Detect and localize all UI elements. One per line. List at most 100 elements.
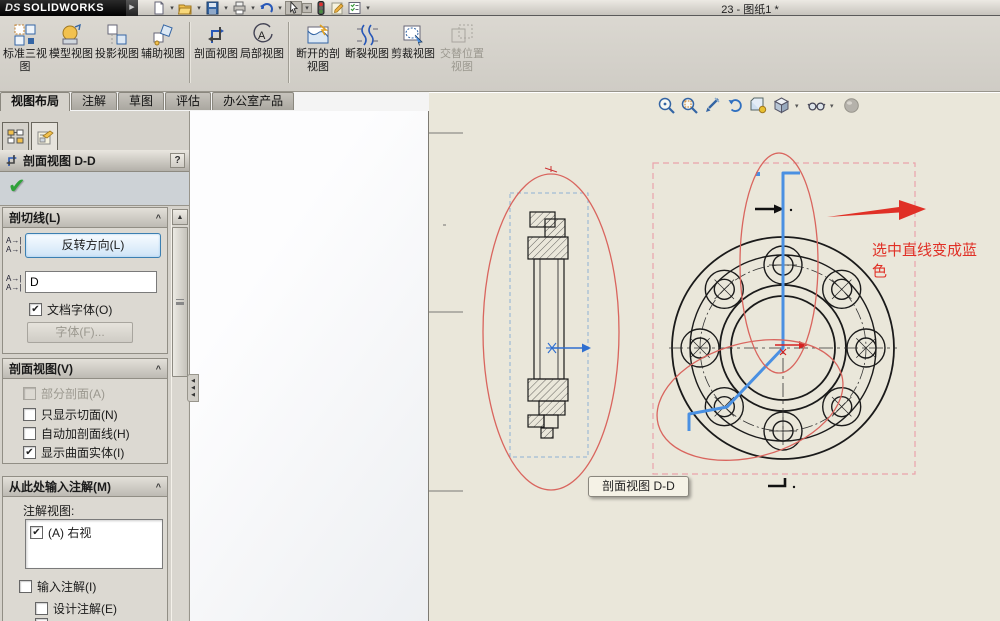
3d-drawing-view-icon[interactable] <box>749 96 768 115</box>
zoom-to-area-icon[interactable] <box>680 96 699 115</box>
flip-direction-button[interactable]: 反转方向(L) <box>25 233 161 258</box>
button-label: 交替位置视图 <box>437 48 487 74</box>
group-header-import-annotations[interactable]: 从此处输入注解(M) ^ <box>2 476 168 497</box>
tab-view-layout[interactable]: 视图布局 <box>0 92 70 111</box>
break-view-icon <box>355 22 379 48</box>
section-view-button[interactable]: 剖面视图 <box>194 18 238 91</box>
sheet-zone-marks <box>429 133 463 491</box>
menu-expander-icon[interactable]: ▶ <box>126 0 138 16</box>
auto-hatching-checkbox[interactable]: 自动加剖面线(H) <box>23 425 130 442</box>
tab-annotation[interactable]: 注解 <box>71 92 117 110</box>
zoom-to-fit-icon[interactable] <box>657 96 676 115</box>
save-icon[interactable] <box>204 1 221 15</box>
help-button[interactable]: ? <box>170 153 185 168</box>
options-list-icon[interactable] <box>346 1 363 15</box>
tab-sketch[interactable]: 草图 <box>118 92 164 110</box>
rotate-view-icon[interactable] <box>726 96 745 115</box>
select-cursor-icon[interactable] <box>285 1 302 15</box>
section-label-input[interactable] <box>25 271 157 293</box>
document-font-checkbox[interactable]: ✔ 文档字体(O) <box>29 301 112 318</box>
checkbox-box[interactable]: ✔ <box>23 446 36 459</box>
checkbox-box[interactable]: ✔ <box>30 526 43 539</box>
checkbox-label: 部分剖面(A) <box>41 385 105 402</box>
detail-view-button[interactable]: A 局部视图 <box>240 18 284 91</box>
import-annotations-checkbox[interactable]: 输入注解(I) <box>19 578 96 595</box>
pane-flyout-handle[interactable]: ◀ ◀ ◀ <box>187 374 199 402</box>
checkbox-box[interactable] <box>23 427 36 440</box>
button-label: 模型视图 <box>49 48 93 61</box>
button-label: 断裂视图 <box>345 48 389 61</box>
drawing-sheet[interactable] <box>429 93 1000 621</box>
ok-check-button[interactable]: ✔ <box>8 174 26 199</box>
print-icon[interactable] <box>231 1 248 15</box>
scrollbar-thumb[interactable] <box>172 227 188 377</box>
collapse-chevron-icon[interactable]: ^ <box>156 364 161 374</box>
label-param-icon: A→|A→| <box>6 274 24 292</box>
display-style-caret[interactable]: ▾ <box>830 102 838 110</box>
scroll-up-button[interactable]: ▲ <box>172 209 188 225</box>
partial-section-checkbox: 部分剖面(A) <box>23 385 105 402</box>
scrollbar-grip <box>176 299 184 303</box>
group-header-cutting-line[interactable]: 剖切线(L) ^ <box>2 207 168 228</box>
property-manager-tab[interactable] <box>31 122 58 150</box>
document-title: 23 - 图纸1 * <box>620 1 880 17</box>
open-icon[interactable] <box>177 1 194 15</box>
model-view-icon <box>59 22 83 48</box>
select-cursor-caret[interactable]: ▾ <box>302 3 312 13</box>
checkbox-box[interactable] <box>23 408 36 421</box>
auxiliary-view-button[interactable]: 辅助视图 <box>141 18 185 91</box>
tab-evaluate[interactable]: 评估 <box>165 92 211 110</box>
model-view-button[interactable]: 模型视图 <box>49 18 93 91</box>
broken-out-section-button[interactable]: 断开的剖视图 <box>293 18 343 91</box>
open-caret[interactable]: ▾ <box>194 4 204 12</box>
annotation-note-icon[interactable] <box>329 1 346 15</box>
graphics-area[interactable]: ▾ ▾ 剖面视图 D-D 选中直线变成蓝色 <box>429 93 1000 621</box>
ribbon-tabs: 视图布局 注解 草图 评估 办公室产品 <box>0 92 295 111</box>
feature-manager-tab[interactable] <box>2 122 29 150</box>
save-caret[interactable]: ▾ <box>221 4 231 12</box>
property-manager-icon <box>36 128 54 146</box>
options-caret[interactable]: ▾ <box>363 4 373 12</box>
command-manager: 标准三视图 模型视图 投影视图 辅助视图 剖面视图 A 局部视图 断开的剖视图 … <box>0 16 1000 92</box>
checkbox-box[interactable] <box>19 580 32 593</box>
crop-view-button[interactable]: 剪裁视图 <box>391 18 435 91</box>
view-orientation-cube-icon[interactable] <box>772 96 791 115</box>
annotation-view-item[interactable]: ✔ (A) 右视 <box>30 524 91 541</box>
red-annotation-arrow[interactable] <box>827 200 926 220</box>
button-label: 剖面视图 <box>194 48 238 61</box>
group-header-section-view[interactable]: 剖面视图(V) ^ <box>2 358 168 379</box>
section-geometry <box>528 212 568 438</box>
break-view-button[interactable]: 断裂视图 <box>345 18 389 91</box>
view-orientation-caret[interactable]: ▾ <box>795 102 803 110</box>
undo-icon[interactable] <box>258 1 275 15</box>
new-file-icon[interactable] <box>150 1 167 15</box>
view-seed-icon[interactable] <box>703 96 722 115</box>
display-only-surface-checkbox[interactable]: 只显示切面(N) <box>23 406 118 423</box>
brand-prefix: DS <box>5 2 20 14</box>
projected-view-button[interactable]: 投影视图 <box>95 18 139 91</box>
view-tooltip: 剖面视图 D-D <box>588 476 689 497</box>
panel-scrollbar[interactable]: ▲ <box>171 209 188 621</box>
alternate-position-view-icon <box>450 22 474 48</box>
collapse-chevron-icon[interactable]: ^ <box>156 482 161 492</box>
new-file-caret[interactable]: ▾ <box>167 4 177 12</box>
print-caret[interactable]: ▾ <box>248 4 258 12</box>
design-annotations-checkbox[interactable]: 设计注解(E) <box>35 600 117 617</box>
display-style-glasses-icon[interactable] <box>807 96 826 115</box>
group-title: 剖面视图(V) <box>9 360 73 377</box>
tab-office-products[interactable]: 办公室产品 <box>212 92 294 110</box>
checkbox-label: 显示曲面实体(I) <box>41 444 124 461</box>
front-view-flange[interactable] <box>643 153 915 488</box>
xpress-traffic-light-icon[interactable] <box>312 1 329 15</box>
annotation-views-listbox[interactable]: ✔ (A) 右视 <box>25 519 163 569</box>
show-surface-bodies-checkbox[interactable]: ✔ 显示曲面实体(I) <box>23 444 124 461</box>
checkbox-box[interactable]: ✔ <box>29 303 42 316</box>
collapse-chevron-icon[interactable]: ^ <box>156 213 161 223</box>
section-view-icon <box>204 22 228 48</box>
edit-appearance-sphere-icon <box>842 96 861 115</box>
section-view-d-d[interactable] <box>483 166 619 490</box>
standard-3-views-button[interactable]: 标准三视图 <box>3 18 47 91</box>
undo-caret[interactable]: ▾ <box>275 4 285 12</box>
flyout-arrow-icon: ◀ <box>191 392 195 399</box>
checkbox-box[interactable] <box>35 602 48 615</box>
